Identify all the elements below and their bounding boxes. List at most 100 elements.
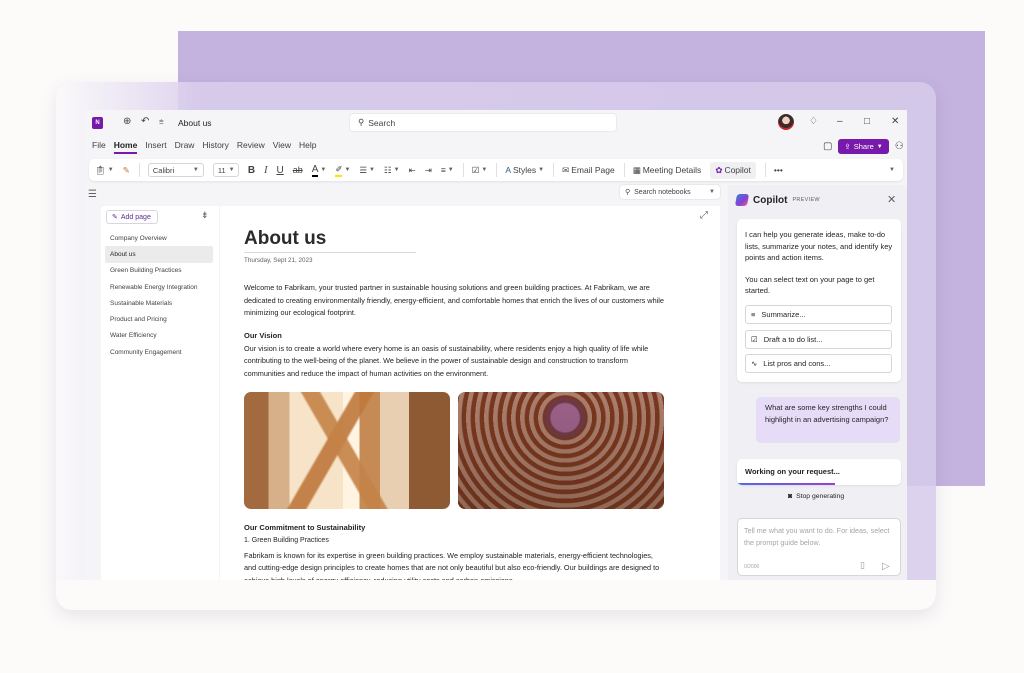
window-frame-bottom	[56, 580, 936, 610]
chevron-down-icon: ▼	[876, 143, 883, 150]
commitment-item[interactable]: 1. Green Building Practices	[244, 535, 664, 548]
chevron-down-icon: ▼	[107, 167, 114, 173]
styles-button[interactable]: A Styles ▼	[505, 165, 544, 175]
prompt-summarize[interactable]: ≡ Summarize...	[745, 305, 892, 324]
envelope-icon: ✉	[562, 164, 570, 175]
chevron-down-icon: ▼	[709, 189, 715, 195]
close-button[interactable]: ✕	[891, 116, 899, 127]
copilot-label: Copilot	[724, 165, 751, 175]
email-page-label: Email Page	[571, 165, 615, 175]
premium-diamond-icon[interactable]: ♢	[809, 116, 818, 127]
highlight-button[interactable]: ✐ ▼	[335, 164, 350, 177]
font-size-dropdown[interactable]: 11 ▼	[212, 163, 239, 177]
spiral-dome-image[interactable]	[458, 392, 664, 509]
decrease-indent-button[interactable]: ⇤	[409, 165, 416, 176]
tab-help[interactable]: Help	[299, 140, 316, 154]
search-input[interactable]: ⚲ Search	[349, 113, 617, 132]
page-canvas[interactable]: ⤢ About us Thursday, Sept 21, 2023 Welco…	[220, 206, 720, 580]
undo-icon[interactable]: ↶	[141, 116, 149, 127]
search-notebooks-dropdown[interactable]: ⚲ Search notebooks ▼	[620, 185, 720, 199]
prompt-label: List pros and cons...	[763, 359, 831, 368]
numbering-button[interactable]: ☷ ▼	[384, 165, 400, 176]
tab-file[interactable]: File	[92, 140, 106, 154]
chevron-down-icon: ▼	[538, 167, 545, 173]
align-button[interactable]: ≡ ▼	[441, 165, 454, 175]
ribbon-toolbar: 📋︎ ▼ ✎ Calibri ▼ 11 ▼ B I U ab A ▼ ✐ ▼ ☰ ▼ ☷ ▼ …	[89, 159, 903, 181]
tab-insert[interactable]: Insert	[145, 140, 166, 154]
vision-heading[interactable]: Our Vision	[244, 331, 664, 340]
tab-history[interactable]: History	[202, 140, 228, 154]
underline-button[interactable]: U	[276, 165, 283, 176]
font-name-value: Calibri	[152, 165, 175, 175]
numbered-list-icon: ☷	[383, 164, 392, 175]
hamburger-menu-icon[interactable]: ☰	[88, 189, 97, 200]
tab-review[interactable]: Review	[237, 140, 265, 154]
prompt-draft-todo[interactable]: ☑ Draft a to do list...	[745, 330, 892, 349]
decrease-indent-icon: ⇤	[408, 164, 416, 175]
intro-paragraph[interactable]: Welcome to Fabrikam, your trusted partne…	[244, 282, 664, 320]
tab-view[interactable]: View	[273, 140, 291, 154]
close-copilot-icon[interactable]: ✕	[887, 193, 896, 206]
prompt-guide-icon[interactable]: ▯	[860, 560, 865, 571]
sticky-note-icon[interactable]: ▢	[823, 141, 832, 152]
back-icon[interactable]: ⊕	[123, 116, 131, 127]
page-item-green-building[interactable]: Green Building Practices	[105, 263, 213, 279]
minimize-button[interactable]: –	[837, 116, 843, 127]
page-item-company-overview[interactable]: Company Overview	[105, 230, 213, 246]
page-content: About us Thursday, Sept 21, 2023 Welcome…	[244, 228, 664, 580]
page-title[interactable]: About us	[244, 228, 416, 253]
tag-button[interactable]: ☑ ▼	[472, 165, 488, 176]
divider	[138, 163, 140, 177]
wooden-atrium-image[interactable]	[244, 392, 450, 509]
increase-indent-button[interactable]: ⇥	[425, 165, 432, 176]
user-avatar[interactable]	[778, 114, 794, 130]
commitment-paragraph[interactable]: Fabrikam is known for its expertise in g…	[244, 550, 664, 581]
more-options-button[interactable]: •••	[774, 165, 783, 175]
meeting-details-button[interactable]: ▦ Meeting Details	[633, 165, 702, 176]
font-color-button[interactable]: A ▼	[311, 164, 327, 177]
copilot-intro-2: You can select text on your page to get …	[745, 274, 875, 296]
stop-generating-label: Stop generating	[796, 493, 845, 500]
italic-button[interactable]: I	[264, 165, 267, 176]
copilot-ribbon-button[interactable]: ✿ Copilot	[710, 161, 756, 179]
page-item-sustainable-materials[interactable]: Sustainable Materials	[105, 295, 213, 311]
progress-bar	[737, 483, 836, 485]
image-row	[244, 392, 664, 509]
prompt-pros-cons[interactable]: ∿ List pros and cons...	[745, 354, 892, 373]
bullets-button[interactable]: ☰ ▼	[359, 165, 375, 176]
page-item-product-pricing[interactable]: Product and Pricing	[105, 311, 213, 327]
chevron-down-icon: ▼	[447, 167, 454, 173]
collaborator-icon[interactable]: ⚇	[895, 141, 904, 152]
tab-draw[interactable]: Draw	[175, 140, 195, 154]
chevron-down-icon: ▼	[192, 167, 199, 173]
page-item-community-engagement[interactable]: Community Engagement	[105, 344, 213, 360]
format-painter-button[interactable]: ✎	[123, 165, 130, 176]
quick-access-dropdown-icon[interactable]: ⩧	[159, 117, 164, 127]
styles-label: Styles	[512, 165, 537, 175]
maximize-button[interactable]: □	[864, 116, 870, 127]
copilot-chat-input[interactable]: Tell me what you want to do. For ideas, …	[737, 518, 901, 576]
user-message-bubble: What are some key strengths I could high…	[756, 397, 900, 443]
bullet-list-icon: ☰	[359, 164, 368, 175]
chevron-down-icon: ▼	[320, 167, 327, 173]
bold-button[interactable]: B	[248, 165, 255, 176]
share-button[interactable]: ⇪ Share ▼	[838, 139, 889, 154]
add-page-button[interactable]: ✎ Add page	[106, 210, 158, 224]
strikethrough-button[interactable]: ab	[293, 165, 303, 175]
email-page-button[interactable]: ✉ Email Page	[562, 165, 615, 176]
stop-generating-button[interactable]: ◙ Stop generating	[788, 493, 844, 500]
font-name-dropdown[interactable]: Calibri ▼	[147, 163, 204, 177]
page-item-renewable-energy[interactable]: Renewable Energy Integration	[105, 279, 213, 295]
commitment-heading[interactable]: Our Commitment to Sustainability	[244, 523, 664, 532]
paste-button[interactable]: 📋︎ ▼	[95, 165, 114, 176]
vision-paragraph[interactable]: Our vision is to create a world where ev…	[244, 343, 664, 381]
page-item-water-efficiency[interactable]: Water Efficiency	[105, 328, 213, 344]
page-item-about-us[interactable]: About us	[105, 246, 213, 263]
collapse-ribbon-icon[interactable]: ▼	[889, 167, 895, 173]
expand-icon[interactable]: ⤢	[700, 210, 708, 221]
document-title: About us	[178, 118, 212, 128]
copilot-header: Copilot PREVIEW	[734, 194, 820, 206]
sort-icon[interactable]: ⇟	[201, 210, 209, 221]
send-icon[interactable]: ▷	[882, 561, 890, 572]
tab-home[interactable]: Home	[113, 140, 138, 154]
